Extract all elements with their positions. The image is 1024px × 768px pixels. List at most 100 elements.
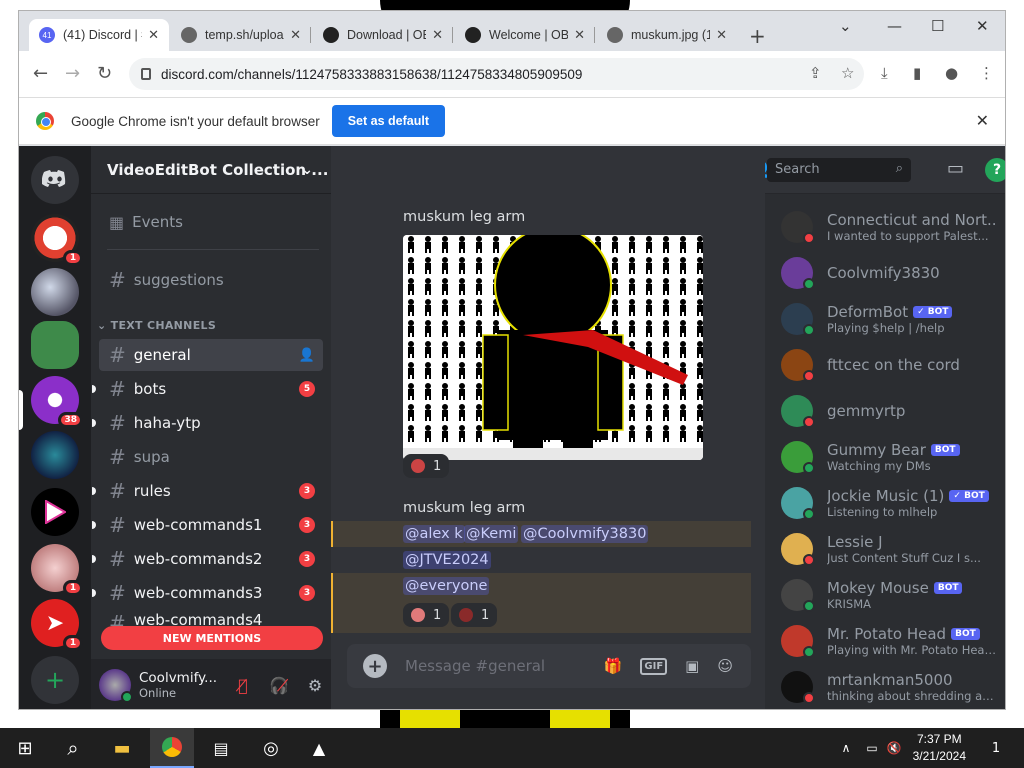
inbox-icon[interactable]: ▭ xyxy=(947,158,964,179)
member-item[interactable]: Lessie J Just Content Stuff Cuz I s... xyxy=(781,528,1001,570)
close-window-icon[interactable]: ✕ xyxy=(976,17,989,35)
server-header[interactable]: VideoEditBot Collection ... ⌄ xyxy=(91,146,331,194)
obs-taskbar-icon[interactable]: ◎ xyxy=(256,728,286,768)
close-tab-icon[interactable]: ✕ xyxy=(716,27,727,43)
invite-icon[interactable]: 👤 xyxy=(299,348,315,363)
address-bar[interactable]: discord.com/channels/1124758333883158638… xyxy=(129,58,864,90)
member-item[interactable]: Jockie Music (1) ✓ BOT Listening to mlhelp xyxy=(781,482,1001,524)
tab-search-chevron-icon[interactable]: ⌄ xyxy=(839,17,852,35)
reaction-button[interactable]: 1 xyxy=(403,603,450,627)
emoji-picker-icon[interactable]: ☺ xyxy=(717,657,733,675)
category-text-channels[interactable]: ⌄ TEXT CHANNELS xyxy=(97,319,216,332)
channel-rules[interactable]: # rules 3 xyxy=(92,475,323,507)
discord-home-icon[interactable] xyxy=(31,156,79,204)
share-icon[interactable]: ⇪ xyxy=(809,64,822,82)
channel-supa[interactable]: # supa xyxy=(99,441,323,473)
channel-web-commands1[interactable]: # web-commands1 3 xyxy=(92,509,323,541)
server-icon[interactable] xyxy=(31,488,79,536)
server-icon-videoeditbot[interactable]: 38 xyxy=(31,376,83,428)
user-mention[interactable]: @Coolvmify3830 xyxy=(521,525,649,543)
member-item[interactable]: fttcec on the cord xyxy=(781,344,1001,386)
help-icon[interactable]: ? xyxy=(985,158,1005,182)
forward-icon[interactable]: → xyxy=(65,63,80,84)
user-info[interactable]: Coolvmify... Online xyxy=(139,670,221,700)
channel-haha-ytp[interactable]: # haha-ytp xyxy=(92,407,323,439)
channel-web-commands2[interactable]: # web-commands2 3 xyxy=(92,543,323,575)
channel-suggestions[interactable]: # suggestions xyxy=(99,264,323,296)
clock[interactable]: 7:37 PM 3/21/2024 xyxy=(913,731,966,765)
close-infobar-icon[interactable]: ✕ xyxy=(976,111,989,131)
tab-obs-welcome[interactable]: Welcome | OBS ✕ xyxy=(455,19,595,51)
member-item[interactable]: mrtankman5000 thinking about shredding a … xyxy=(781,666,1001,708)
tab-discord[interactable]: 41 (41) Discord | # ✕ xyxy=(29,19,169,51)
server-icon[interactable]: 1 xyxy=(31,544,83,596)
member-item[interactable]: gemmyrtp xyxy=(781,390,1001,432)
side-panel-icon[interactable]: ▮ xyxy=(913,64,921,82)
volume-muted-icon[interactable]: 🔇 xyxy=(884,728,904,768)
server-icon[interactable]: ➤ 1 xyxy=(31,599,83,651)
image-attachment[interactable] xyxy=(403,235,703,460)
server-icon[interactable] xyxy=(31,321,79,369)
profile-icon[interactable]: ● xyxy=(945,64,958,82)
member-item[interactable]: Mr. Potato Head BOT Playing with Mr. Potat… xyxy=(781,620,1001,662)
new-mentions-button[interactable]: NEW MENTIONS xyxy=(101,626,323,650)
gift-icon[interactable]: 🎁 xyxy=(604,657,623,675)
download-icon[interactable]: ⤓ xyxy=(881,64,888,82)
back-icon[interactable]: ← xyxy=(33,63,48,84)
message-composer[interactable]: + Message #general 🎁 GIF ▣ ☺ xyxy=(347,644,751,688)
everyone-mention[interactable]: @everyone xyxy=(403,577,490,595)
bookmark-star-icon[interactable]: ☆ xyxy=(841,64,854,82)
close-tab-icon[interactable]: ✕ xyxy=(574,27,585,43)
gif-button[interactable]: GIF xyxy=(640,657,668,675)
member-item[interactable]: DeformBot ✓ BOT Playing $help | /help xyxy=(781,298,1001,340)
avatar[interactable] xyxy=(99,669,133,703)
new-tab-button[interactable]: + xyxy=(749,24,766,48)
deafen-icon[interactable]: 🎧̸ xyxy=(265,676,293,695)
chevron-up-icon[interactable]: ∧ xyxy=(836,728,856,768)
server-icon[interactable] xyxy=(31,268,79,316)
tab-tempsh[interactable]: temp.sh/uploa ✕ xyxy=(171,19,311,51)
tab-title: Welcome | OBS xyxy=(489,28,568,42)
app-taskbar-icon[interactable]: ▤ xyxy=(206,728,236,768)
channel-web-commands3[interactable]: # web-commands3 3 xyxy=(92,577,323,609)
notifications-icon[interactable]: 1 xyxy=(984,728,1008,768)
tab-muskum-image[interactable]: muskum.jpg (1 ✕ xyxy=(597,19,737,51)
file-explorer-icon[interactable]: ▬ xyxy=(106,728,138,768)
menu-kebab-icon[interactable]: ⋮ xyxy=(979,64,994,82)
member-item[interactable]: Coolvmify3830 xyxy=(781,252,1001,294)
sticker-icon[interactable]: ▣ xyxy=(685,657,699,675)
photos-taskbar-icon[interactable]: ▲ xyxy=(304,728,334,768)
search-icon[interactable]: ⌕ xyxy=(58,728,88,768)
maximize-icon[interactable]: ☐ xyxy=(931,17,944,35)
member-item[interactable]: Connecticut and Nort... I wanted to suppo… xyxy=(781,206,1001,248)
close-tab-icon[interactable]: ✕ xyxy=(148,27,159,43)
channel-web-commands4[interactable]: # web-commands4 xyxy=(99,611,323,627)
message-input[interactable]: Message #general xyxy=(405,657,604,675)
reload-icon[interactable]: ↻ xyxy=(97,63,112,84)
search-input[interactable]: Search ⌕ xyxy=(767,158,911,182)
server-icon[interactable] xyxy=(31,431,79,479)
tab-obs-download[interactable]: Download | OB ✕ xyxy=(313,19,453,51)
settings-gear-icon[interactable]: ⚙ xyxy=(301,676,329,695)
windows-start-icon[interactable]: ⊞ xyxy=(10,728,40,768)
channel-bots[interactable]: # bots 5 xyxy=(92,373,323,405)
close-tab-icon[interactable]: ✕ xyxy=(432,27,443,43)
mute-mic-icon[interactable]: 🎙̸ xyxy=(229,676,257,695)
chrome-taskbar-icon[interactable] xyxy=(150,728,194,768)
minimize-icon[interactable]: — xyxy=(887,17,902,35)
member-item[interactable]: Mokey Mouse BOT KRISMA xyxy=(781,574,1001,616)
events-item[interactable]: ▦ Events xyxy=(99,206,323,238)
server-icon[interactable]: 1 xyxy=(31,214,83,266)
reaction-button[interactable]: 1 xyxy=(451,603,498,627)
user-mention[interactable]: @JTVE2024 xyxy=(403,551,491,569)
upload-plus-icon[interactable]: + xyxy=(363,654,387,678)
reaction-button[interactable]: 1 xyxy=(403,454,450,478)
close-tab-icon[interactable]: ✕ xyxy=(290,27,301,43)
set-as-default-button[interactable]: Set as default xyxy=(331,105,445,137)
user-mention[interactable]: @Kemi xyxy=(464,525,519,543)
network-icon[interactable]: ▭ xyxy=(862,728,882,768)
channel-general[interactable]: # general 👤 xyxy=(99,339,323,371)
add-server-icon[interactable]: + xyxy=(31,656,79,704)
user-mention[interactable]: @alex k xyxy=(403,525,465,543)
member-item[interactable]: Gummy Bear BOT Watching my DMs xyxy=(781,436,1001,478)
